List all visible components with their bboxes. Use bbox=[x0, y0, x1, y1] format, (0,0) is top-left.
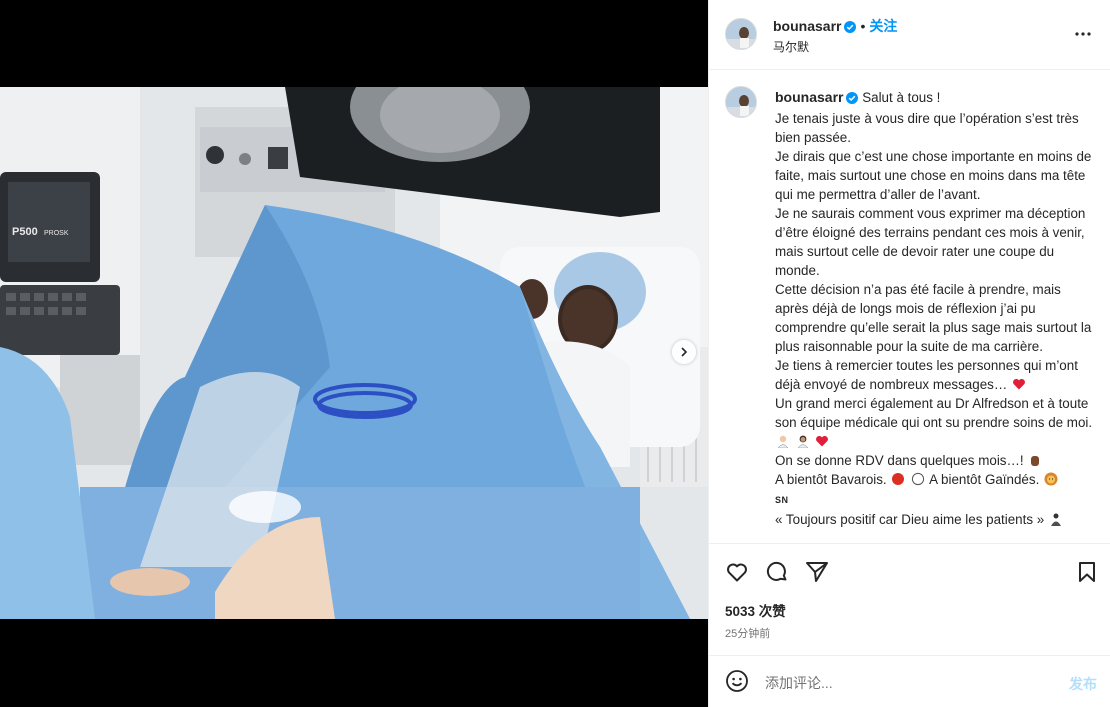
health-worker-icon bbox=[777, 435, 789, 448]
caption-paragraph: Cette décision n’a pas été facile à pren… bbox=[775, 282, 1092, 354]
white-circle-icon bbox=[912, 472, 925, 486]
caption-quote-text: « Toujours positif car Dieu aime les pat… bbox=[775, 512, 1045, 527]
comments-scroll-area[interactable]: bounasarr Salut à tous ! Je tenais juste… bbox=[709, 71, 1110, 543]
caption-bavarois-text: A bientôt Bavarois. bbox=[775, 472, 887, 487]
caption-rdv-text: On se donne RDV dans quelques mois…! bbox=[775, 453, 1024, 468]
caption-username[interactable]: bounasarr bbox=[775, 89, 843, 105]
caption-gaindes-text: A bientôt Gaïndés. bbox=[929, 472, 1040, 487]
svg-text:PROSK: PROSK bbox=[44, 230, 69, 237]
caption-doctor-text: Un grand merci également au Dr Alfredson… bbox=[775, 396, 1093, 430]
caption-flag-line: SN bbox=[775, 489, 1093, 510]
avatar-image bbox=[726, 19, 756, 49]
caption-bavarois-line: A bientôt Bavarois. A bientôt Gaïndés. bbox=[775, 470, 1093, 489]
media-pane: P500 PROSK bbox=[0, 0, 708, 707]
post-caption: bounasarr Salut à tous ! Je tenais juste… bbox=[775, 88, 1093, 529]
more-options-button[interactable] bbox=[1071, 22, 1095, 46]
heart-icon bbox=[727, 563, 747, 582]
caption-thanks-text: Je tiens à remercier toutes les personne… bbox=[775, 358, 1078, 392]
caption-quote-line: « Toujours positif car Dieu aime les pat… bbox=[775, 510, 1093, 529]
emoji-icon bbox=[726, 670, 748, 692]
like-button[interactable] bbox=[725, 560, 749, 584]
follow-button[interactable]: 关注 bbox=[869, 18, 897, 34]
health-worker-woman-icon bbox=[797, 435, 809, 448]
caption-greeting: Salut à tous ! bbox=[862, 90, 941, 105]
caption-avatar[interactable] bbox=[725, 86, 757, 118]
comment-icon bbox=[766, 561, 787, 581]
like-count[interactable]: 5033 次赞 bbox=[725, 600, 786, 620]
post-photo: P500 PROSK bbox=[0, 87, 708, 619]
share-icon bbox=[806, 562, 828, 582]
avatar-image bbox=[726, 87, 756, 117]
svg-text:P500: P500 bbox=[12, 226, 38, 238]
caption-paragraph: Je ne saurais comment vous exprimer ma d… bbox=[775, 206, 1086, 278]
caption-rdv-line: On se donne RDV dans quelques mois…! bbox=[775, 451, 1093, 470]
post-timestamp[interactable]: 25分钟前 bbox=[725, 625, 770, 641]
post-location[interactable]: 马尔默 bbox=[773, 38, 809, 55]
caption-paragraph: Je tenais juste à vous dire que l’opérat… bbox=[775, 111, 1079, 145]
chevron-right-icon bbox=[681, 347, 688, 357]
comment-button[interactable] bbox=[765, 560, 789, 584]
post-comment-button[interactable]: 发布 bbox=[1069, 674, 1097, 694]
caption-thanks-line: Je tiens à remercier toutes les personne… bbox=[775, 356, 1093, 394]
red-heart-icon bbox=[816, 435, 829, 447]
share-button[interactable] bbox=[805, 560, 829, 584]
header-title-row: bounasarr • 关注 bbox=[773, 16, 897, 38]
save-icon bbox=[1079, 562, 1095, 582]
caption-sn-text: SN bbox=[775, 495, 789, 505]
caption-doctor-line: Un grand merci également au Dr Alfredson… bbox=[775, 394, 1093, 451]
post-header: bounasarr • 关注 马尔默 bbox=[709, 0, 1110, 70]
comment-composer: 发布 bbox=[709, 655, 1110, 707]
next-photo-button[interactable] bbox=[672, 340, 696, 364]
comment-input[interactable] bbox=[763, 670, 1047, 696]
author-username[interactable]: bounasarr bbox=[773, 18, 841, 34]
post-side-panel: bounasarr • 关注 马尔默 bounasarr Salut à tou… bbox=[708, 0, 1110, 707]
praying-person-icon bbox=[1050, 513, 1061, 526]
red-heart-icon bbox=[1013, 378, 1025, 390]
hand-icon bbox=[1031, 456, 1040, 466]
lion-icon bbox=[1044, 472, 1058, 486]
emoji-picker-button[interactable] bbox=[725, 669, 749, 693]
caption-first-line: bounasarr Salut à tous ! bbox=[775, 88, 1093, 109]
more-icon bbox=[1075, 32, 1091, 36]
caption-paragraph: Je dirais que c’est une chose importante… bbox=[775, 149, 1092, 202]
surgery-photo-illustration: P500 PROSK bbox=[0, 87, 708, 619]
avatar[interactable] bbox=[725, 18, 757, 50]
post-dialog: P500 PROSK bounasarr • 关注 马尔默 bounasarr … bbox=[0, 0, 1110, 707]
post-actions: 5033 次赞 25分钟前 bbox=[709, 543, 1110, 655]
separator-dot: • bbox=[860, 18, 866, 34]
red-circle-icon bbox=[892, 473, 905, 485]
save-button[interactable] bbox=[1075, 560, 1099, 584]
verified-icon bbox=[846, 90, 859, 109]
verified-icon bbox=[844, 20, 857, 38]
